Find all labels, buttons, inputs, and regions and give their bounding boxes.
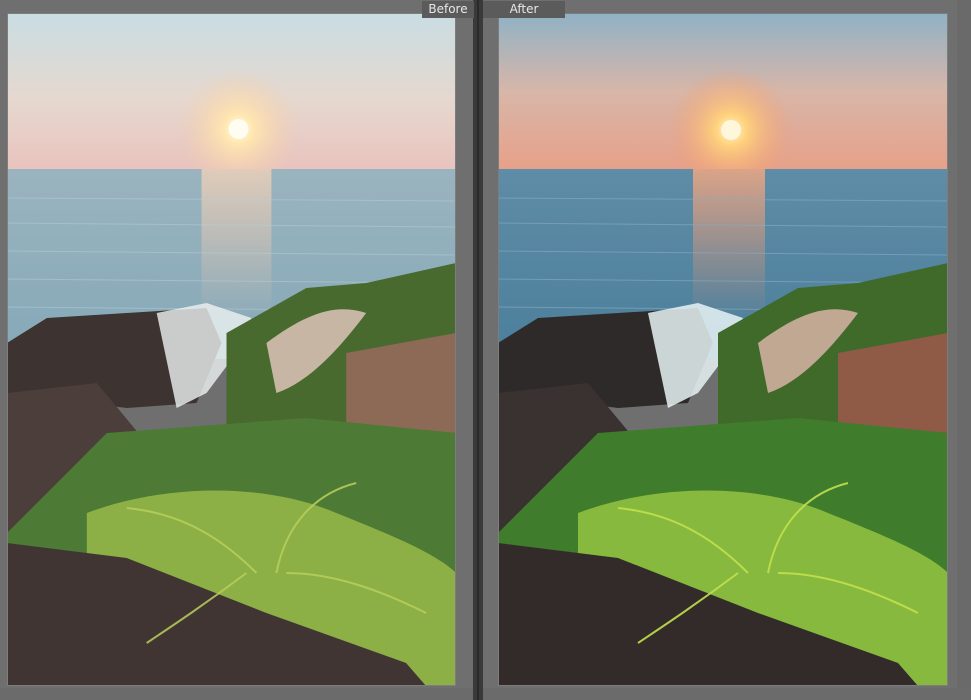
bottom-edge <box>0 688 971 700</box>
divider-line <box>477 0 479 700</box>
scroll-edge <box>957 0 971 700</box>
after-photo <box>498 13 948 686</box>
comparison-stage: Before After <box>0 0 971 700</box>
after-photo-image <box>498 13 948 686</box>
after-label: After <box>483 1 565 18</box>
compare-divider[interactable] <box>473 0 483 700</box>
before-photo <box>7 13 456 686</box>
before-label: Before <box>422 1 474 18</box>
before-photo-image <box>7 13 456 686</box>
